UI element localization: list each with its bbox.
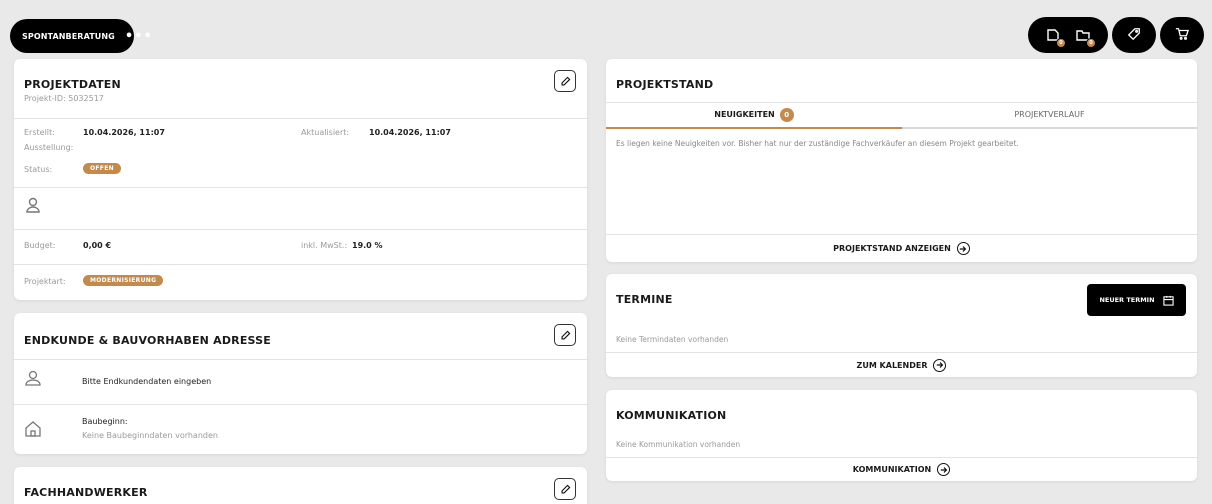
erstellt-value: 10.04.2026, 11:07	[83, 128, 165, 137]
calendar-icon	[1162, 295, 1174, 306]
endkunde-title: ENDKUNDE & BAUVORHABEN ADRESSE	[24, 334, 271, 347]
projekt-id: Projekt-ID: 5032517	[24, 94, 104, 103]
tag-button[interactable]	[1112, 17, 1156, 53]
divider	[14, 187, 587, 188]
kommunikation-title: KOMMUNIKATION	[616, 409, 727, 422]
arrow-right-circle-icon	[937, 463, 951, 476]
endkunde-card: ENDKUNDE & BAUVORHABEN ADRESSE Bitte End…	[14, 313, 587, 454]
spontanberatung-label: SPONTANBERATUNG	[22, 31, 115, 41]
customer-prompt[interactable]: Bitte Endkundendaten eingeben	[82, 377, 211, 386]
cart-button[interactable]	[1160, 17, 1204, 53]
mwst-label: inkl. MwSt.:	[301, 241, 348, 250]
budget-label: Budget:	[24, 241, 56, 250]
fachhandwerker-title: FACHHANDWERKER	[24, 486, 148, 499]
mwst-value: 19.0 %	[352, 241, 383, 250]
kommunikation-link-label: KOMMUNIKATION	[852, 465, 932, 474]
document-add-icon[interactable]: 0	[1045, 27, 1066, 48]
divider	[14, 118, 587, 119]
pencil-icon	[561, 330, 570, 339]
house-icon	[24, 420, 42, 442]
kommunikation-link[interactable]: KOMMUNIKATION	[606, 457, 1197, 481]
projektstand-anzeigen-link[interactable]: PROJEKTSTAND ANZEIGEN	[606, 234, 1197, 262]
projektstand-title: PROJEKTSTAND	[616, 78, 714, 91]
termine-card: TERMINE NEUER TERMIN Keine Termindaten v…	[606, 274, 1197, 377]
zum-kalender-label: ZUM KALENDER	[856, 360, 928, 370]
document-count-badge: 0	[1056, 38, 1066, 48]
aktualisiert-label: Aktualisiert:	[301, 128, 350, 137]
neuer-termin-label: NEUER TERMIN	[1099, 296, 1155, 304]
pencil-icon	[561, 484, 570, 493]
status-label: Status:	[24, 165, 53, 174]
person-icon	[24, 369, 42, 391]
top-actions: 0 0	[1028, 17, 1204, 53]
folder-count-badge: 0	[1086, 38, 1096, 48]
projektdaten-title: PROJEKTDATEN	[24, 78, 121, 91]
baubeginn-label: Baubeginn:	[82, 417, 128, 426]
tab-projektverlauf[interactable]: PROJEKTVERLAUF	[902, 102, 1197, 129]
projektstand-card: PROJEKTSTAND NEUIGKEITEN 0 PROJEKTVERLAU…	[606, 59, 1197, 262]
tab-projektverlauf-label: PROJEKTVERLAUF	[1014, 110, 1085, 119]
edit-fachhandwerker-button[interactable]	[554, 478, 576, 500]
kommunikation-empty: Keine Kommunikation vorhanden	[616, 440, 741, 449]
tab-neuigkeiten-label: NEUIGKEITEN	[714, 110, 775, 119]
termine-empty: Keine Termindaten vorhanden	[616, 335, 729, 344]
tag-icon	[1127, 26, 1141, 45]
divider	[14, 229, 587, 230]
divider	[14, 359, 587, 360]
edit-endkunde-button[interactable]	[554, 324, 576, 346]
tab-neuigkeiten[interactable]: NEUIGKEITEN 0	[606, 102, 902, 129]
pencil-icon	[561, 76, 570, 85]
neuer-termin-button[interactable]: NEUER TERMIN	[1087, 284, 1186, 316]
projektstand-message: Es liegen keine Neuigkeiten vor. Bisher …	[616, 139, 1019, 148]
termine-title: TERMINE	[616, 293, 673, 306]
divider	[14, 404, 587, 405]
user-icon	[24, 196, 42, 218]
news-count-badge: 0	[779, 107, 794, 122]
arrow-right-circle-icon	[933, 358, 947, 372]
ausstellung-label: Ausstellung:	[24, 143, 74, 152]
zum-kalender-link[interactable]: ZUM KALENDER	[606, 352, 1197, 377]
projektart-label: Projektart:	[24, 277, 66, 286]
baubeginn-value: Keine Baubeginndaten vorhanden	[82, 431, 218, 440]
budget-value: 0,00 €	[83, 241, 112, 250]
more-icon[interactable]: •••	[125, 30, 153, 43]
erstellt-label: Erstellt:	[24, 128, 55, 137]
status-badge: OFFEN	[83, 163, 121, 174]
aktualisiert-value: 10.04.2026, 11:07	[369, 128, 451, 137]
divider	[14, 264, 587, 265]
arrow-right-circle-icon	[956, 242, 970, 255]
spontanberatung-pill[interactable]: SPONTANBERATUNG •••	[10, 19, 152, 53]
kommunikation-card: KOMMUNIKATION Keine Kommunikation vorhan…	[606, 390, 1197, 481]
cart-icon	[1175, 26, 1190, 45]
fachhandwerker-card: FACHHANDWERKER	[14, 467, 587, 504]
projektart-badge: MODERNISIERUNG	[83, 275, 164, 286]
document-actions-button[interactable]: 0 0	[1028, 17, 1108, 53]
folder-icon[interactable]: 0	[1075, 27, 1096, 48]
edit-projektdaten-button[interactable]	[554, 70, 576, 92]
projektstand-anzeigen-label: PROJEKTSTAND ANZEIGEN	[833, 244, 951, 253]
projektdaten-card: PROJEKTDATEN Projekt-ID: 5032517 Erstell…	[14, 59, 587, 300]
